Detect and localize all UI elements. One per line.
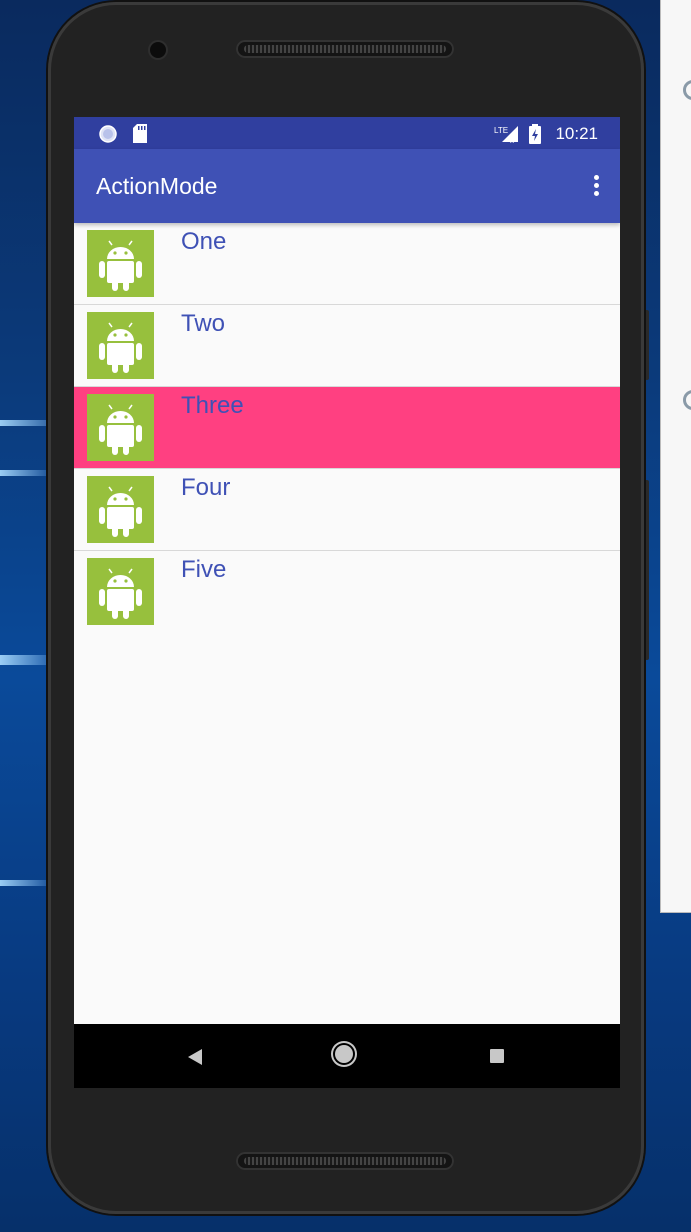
android-icon xyxy=(87,394,154,461)
list-item-selected[interactable]: Three xyxy=(74,387,620,469)
home-icon[interactable] xyxy=(335,1045,353,1063)
app-bar: ActionMode xyxy=(74,149,620,223)
recents-icon[interactable] xyxy=(490,1049,504,1063)
sd-card-icon xyxy=(132,124,148,148)
list-item[interactable]: Two xyxy=(74,305,620,387)
desktop-light-streak xyxy=(0,880,50,886)
bottom-speaker xyxy=(236,1152,454,1170)
app-title: ActionMode xyxy=(96,173,218,199)
background-window xyxy=(660,0,691,913)
top-speaker xyxy=(236,40,454,58)
status-time: 10:21 xyxy=(555,124,598,143)
list-item-label: Two xyxy=(181,310,226,337)
svg-text:x: x xyxy=(510,136,514,144)
device-screen: LTE x 10:21 ActionMode One Two Three Four xyxy=(74,117,620,1088)
back-icon[interactable] xyxy=(186,1048,204,1071)
list-item[interactable]: One xyxy=(74,223,620,305)
window-icon xyxy=(683,390,691,410)
android-icon xyxy=(87,476,154,543)
android-icon xyxy=(87,312,154,379)
list-item[interactable]: Four xyxy=(74,469,620,551)
list-item-label: One xyxy=(181,228,227,255)
desktop-light-streak xyxy=(0,470,50,476)
more-vert-icon[interactable] xyxy=(590,175,602,199)
navigation-bar xyxy=(74,1024,620,1088)
list-item-label: Three xyxy=(181,392,244,419)
sync-circle-icon xyxy=(98,124,118,149)
list-item[interactable]: Five xyxy=(74,551,620,632)
status-bar: LTE x 10:21 xyxy=(74,117,620,149)
battery-charging-icon xyxy=(529,124,541,149)
android-icon xyxy=(87,558,154,625)
front-camera xyxy=(150,42,166,58)
svg-text:LTE: LTE xyxy=(494,126,508,135)
desktop-light-streak xyxy=(0,655,55,665)
lte-signal-icon: LTE x xyxy=(494,124,520,149)
list-item-label: Four xyxy=(181,474,231,501)
android-icon xyxy=(87,230,154,297)
window-icon xyxy=(683,80,691,100)
item-list: One Two Three Four Five xyxy=(74,223,620,632)
list-item-label: Five xyxy=(181,556,227,583)
